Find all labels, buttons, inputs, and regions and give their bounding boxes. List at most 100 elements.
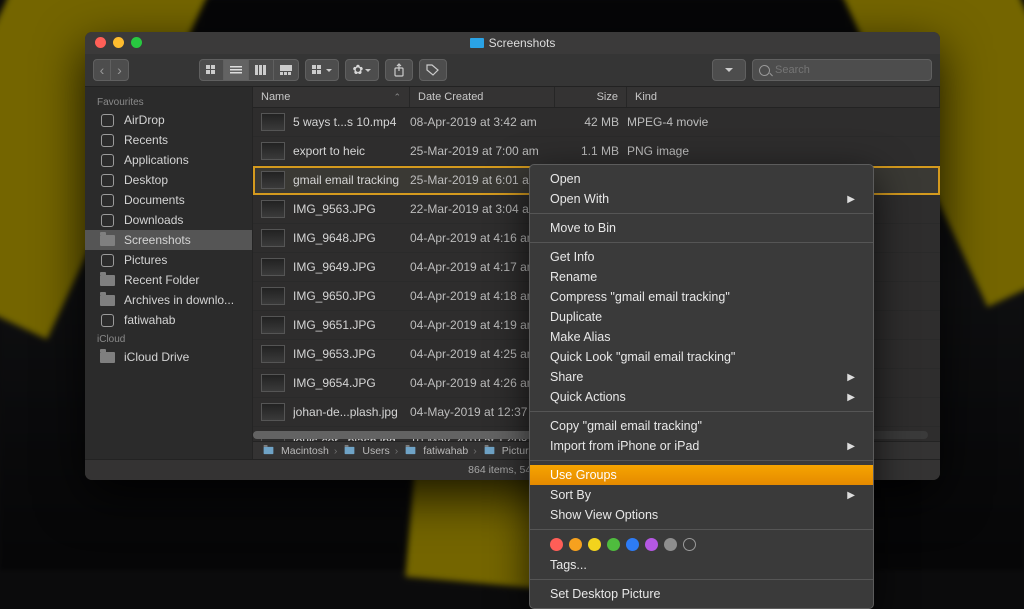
view-list-button[interactable]	[224, 59, 249, 81]
tag-color[interactable]	[569, 538, 582, 551]
sidebar-section-header: Favourites	[85, 93, 252, 110]
tag-color[interactable]	[550, 538, 563, 551]
menu-item-copy-gmail-email-tracking[interactable]: Copy "gmail email tracking"	[530, 416, 873, 436]
file-size: 1.1 MB	[555, 144, 627, 158]
action-dropdown[interactable]: ✿	[345, 59, 379, 81]
path-segment[interactable]: Macintosh	[281, 445, 329, 457]
tag-picker	[530, 534, 873, 555]
menu-item-sort-by[interactable]: Sort By▶	[530, 485, 873, 505]
sidebar-item-archives-in-downlo-[interactable]: Archives in downlo...	[85, 290, 252, 310]
file-name: gmail email tracking	[293, 173, 410, 187]
file-name: 5 ways t...s 10.mp4	[293, 115, 410, 129]
docs-icon	[99, 193, 116, 207]
menu-item-get-info[interactable]: Get Info	[530, 247, 873, 267]
toolbar: ‹ › ✿	[85, 54, 940, 87]
sidebar-item-recent-folder[interactable]: Recent Folder	[85, 270, 252, 290]
sidebar-item-downloads[interactable]: Downloads	[85, 210, 252, 230]
file-name: IMG_9648.JPG	[293, 231, 410, 245]
forward-button[interactable]: ›	[111, 59, 129, 81]
sort-dropdown[interactable]	[712, 59, 746, 81]
tags-button[interactable]	[419, 59, 447, 81]
view-column-button[interactable]	[249, 59, 274, 81]
menu-item-show-view-options[interactable]: Show View Options	[530, 505, 873, 525]
column-name[interactable]: Name⌃	[253, 87, 410, 107]
sidebar: FavouritesAirDrop Recents ApplicationsDesk…	[85, 87, 253, 459]
home-icon	[99, 313, 116, 327]
folder-icon	[345, 447, 355, 454]
search-input[interactable]	[775, 64, 925, 76]
view-gallery-button[interactable]	[274, 59, 299, 81]
submenu-arrow-icon: ▶	[847, 441, 855, 452]
close-button[interactable]	[95, 37, 106, 48]
folder-icon	[99, 293, 116, 307]
file-thumbnail	[253, 142, 293, 160]
minimize-button[interactable]	[113, 37, 124, 48]
desktop-icon	[99, 173, 116, 187]
menu-item-duplicate[interactable]: Duplicate	[530, 307, 873, 327]
tag-color[interactable]	[664, 538, 677, 551]
file-row[interactable]: 5 ways t...s 10.mp408-Apr-2019 at 3:42 a…	[253, 108, 940, 137]
fullscreen-button[interactable]	[131, 37, 142, 48]
nav-buttons: ‹ ›	[93, 59, 129, 81]
group-by-dropdown[interactable]	[305, 59, 339, 81]
sidebar-item-airdrop[interactable]: AirDrop	[85, 110, 252, 130]
search-icon	[759, 65, 770, 76]
menu-item-move-to-bin[interactable]: Move to Bin	[530, 218, 873, 238]
folder-icon	[470, 38, 484, 48]
menu-item-open[interactable]: Open	[530, 169, 873, 189]
menu-item-quick-actions[interactable]: Quick Actions▶	[530, 387, 873, 407]
menu-item-open-with[interactable]: Open With▶	[530, 189, 873, 209]
menu-item-set-desktop-picture[interactable]: Set Desktop Picture	[530, 584, 873, 604]
tag-color[interactable]	[588, 538, 601, 551]
back-button[interactable]: ‹	[93, 59, 111, 81]
sidebar-item-label: Recents	[124, 133, 168, 147]
menu-item-import-from-iphone-or-ipad[interactable]: Import from iPhone or iPad▶	[530, 436, 873, 456]
sidebar-item-fatiwahab[interactable]: fatiwahab	[85, 310, 252, 330]
menu-item-compress-gmail-email-tracking[interactable]: Compress "gmail email tracking"	[530, 287, 873, 307]
submenu-arrow-icon: ▶	[847, 392, 855, 403]
folder-icon	[99, 233, 116, 247]
file-name: IMG_9649.JPG	[293, 260, 410, 274]
airdrop-icon	[99, 113, 116, 127]
file-thumbnail	[253, 171, 293, 189]
menu-item-use-groups[interactable]: Use Groups	[530, 465, 873, 485]
path-segment[interactable]: Users	[362, 445, 389, 457]
column-kind[interactable]: Kind	[627, 87, 940, 107]
sidebar-item-icloud-drive[interactable]: iCloud Drive	[85, 347, 252, 367]
file-thumbnail	[253, 287, 293, 305]
file-thumbnail	[253, 229, 293, 247]
menu-item-quick-look-gmail-email-tracking[interactable]: Quick Look "gmail email tracking"	[530, 347, 873, 367]
menu-item-rename[interactable]: Rename	[530, 267, 873, 287]
sidebar-item-screenshots[interactable]: Screenshots	[85, 230, 252, 250]
file-thumbnail	[253, 345, 293, 363]
sidebar-item-applications[interactable]: Applications	[85, 150, 252, 170]
column-size[interactable]: Size	[555, 87, 627, 107]
sidebar-item-pictures[interactable]: Pictures	[85, 250, 252, 270]
file-row[interactable]: export to heic25-Mar-2019 at 7:00 am1.1 …	[253, 137, 940, 166]
submenu-arrow-icon: ▶	[847, 490, 855, 501]
sidebar-item-recents[interactable]: Recents	[85, 130, 252, 150]
sidebar-item-label: Pictures	[124, 253, 167, 267]
menu-item-make-alias[interactable]: Make Alias	[530, 327, 873, 347]
menu-item-tags[interactable]: Tags...	[530, 555, 873, 575]
tag-color[interactable]	[626, 538, 639, 551]
file-name: johan-de...plash.jpg	[293, 405, 410, 419]
tag-color[interactable]	[683, 538, 696, 551]
view-icon-button[interactable]	[199, 59, 224, 81]
window-title-text: Screenshots	[489, 36, 556, 50]
titlebar[interactable]: Screenshots	[85, 32, 940, 54]
sidebar-item-label: Downloads	[124, 213, 183, 227]
file-name: IMG_9654.JPG	[293, 376, 410, 390]
tag-color[interactable]	[607, 538, 620, 551]
sidebar-item-documents[interactable]: Documents	[85, 190, 252, 210]
sidebar-item-label: iCloud Drive	[124, 350, 189, 364]
menu-item-share[interactable]: Share▶	[530, 367, 873, 387]
path-segment[interactable]: fatiwahab	[423, 445, 468, 457]
file-thumbnail	[253, 200, 293, 218]
column-date[interactable]: Date Created	[410, 87, 555, 107]
file-thumbnail	[253, 374, 293, 392]
sidebar-item-desktop[interactable]: Desktop	[85, 170, 252, 190]
share-button[interactable]	[385, 59, 413, 81]
tag-color[interactable]	[645, 538, 658, 551]
search-field[interactable]	[752, 59, 932, 81]
